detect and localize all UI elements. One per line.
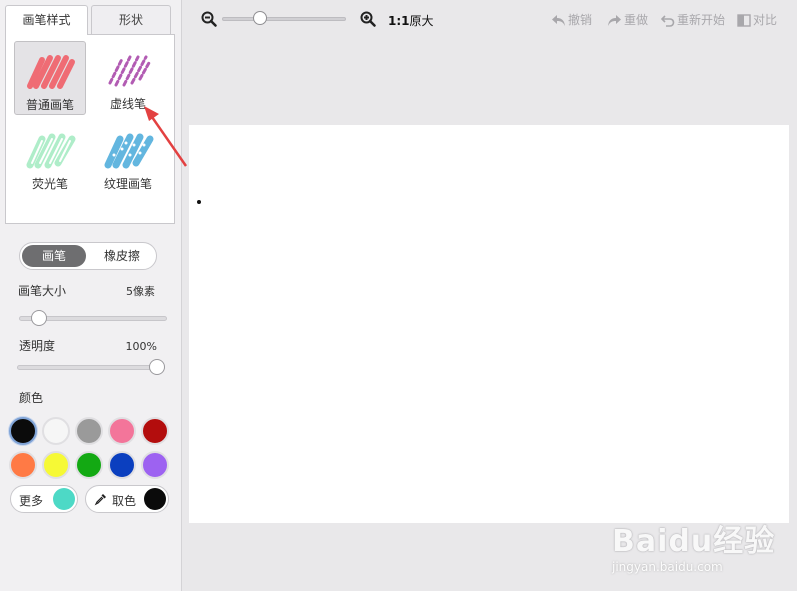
brush-option-highlighter[interactable]: 荧光笔: [14, 121, 86, 195]
drawing-canvas[interactable]: [189, 125, 789, 523]
opacity-value: 100%: [125, 340, 157, 353]
brush-label: 荧光笔: [31, 177, 68, 191]
brush-stroke-dot: [197, 200, 201, 204]
picked-color-preview: [144, 488, 166, 510]
undo-label: 撤销: [568, 13, 593, 27]
eraser-mode-button[interactable]: 橡皮擦: [90, 245, 154, 267]
zoom-slider-handle[interactable]: [253, 11, 267, 25]
color-swatch[interactable]: [108, 417, 136, 445]
undo-button[interactable]: 撤销: [551, 11, 592, 28]
redo-button[interactable]: 重做: [607, 11, 648, 28]
color-swatch[interactable]: [75, 451, 103, 479]
brush-size-slider-handle[interactable]: [30, 310, 47, 326]
color-swatch[interactable]: [75, 417, 103, 445]
brush-size-value: 5像素: [126, 285, 155, 298]
brush-style-panel: 普通画笔 虚线笔 荧光笔 纹理画笔: [5, 34, 175, 224]
compare-label: 对比: [753, 13, 778, 27]
watermark-url: jingyan.baidu.com: [612, 560, 723, 574]
tab-shape[interactable]: 形状: [91, 5, 171, 35]
eyedropper-icon: [94, 494, 106, 506]
restart-label: 重新开始: [677, 13, 726, 27]
solid-brush-icon: [27, 55, 75, 89]
color-swatch[interactable]: [9, 451, 37, 479]
redo-label: 重做: [624, 13, 649, 27]
redo-icon: [608, 15, 621, 26]
more-colors-button[interactable]: 更多: [10, 485, 78, 513]
color-label: 颜色: [19, 391, 44, 405]
left-panel: 画笔样式 形状 普通画笔 虚线笔 荧光笔 纹理画笔 画笔 橡皮擦 画笔大小 5像…: [0, 0, 182, 591]
undo-icon: [552, 15, 565, 26]
zoom-in-icon[interactable]: [360, 11, 376, 27]
brush-option-texture[interactable]: 纹理画笔: [92, 121, 164, 195]
more-color-preview: [53, 488, 75, 510]
brush-label: 虚线笔: [109, 97, 146, 111]
highlighter-brush-icon: [26, 133, 76, 169]
brush-option-dashed[interactable]: 虚线笔: [92, 41, 164, 115]
watermark-logo: Baidu经验: [612, 524, 776, 559]
pick-color-button[interactable]: 取色: [85, 485, 169, 513]
compare-button[interactable]: 对比: [737, 11, 777, 28]
pen-mode-button[interactable]: 画笔: [22, 245, 86, 267]
opacity-label: 透明度: [19, 339, 56, 353]
color-swatch[interactable]: [141, 417, 169, 445]
zoom-out-icon[interactable]: [201, 11, 217, 27]
compare-icon: [737, 14, 751, 27]
color-swatch[interactable]: [9, 417, 37, 445]
restart-button[interactable]: 重新开始: [660, 11, 726, 28]
dashed-brush-icon: [108, 55, 152, 87]
zoom-level[interactable]: 1:1原大: [388, 12, 434, 29]
color-swatch[interactable]: [141, 451, 169, 479]
opacity-slider-track[interactable]: [17, 365, 165, 370]
color-swatch[interactable]: [42, 417, 70, 445]
tab-brush-style[interactable]: 画笔样式: [5, 5, 88, 35]
texture-brush-icon: [104, 133, 154, 169]
baidu-watermark: Baidu经验 jingyan.baidu.com: [612, 508, 792, 588]
brush-label: 普通画笔: [25, 98, 74, 112]
restart-icon: [660, 15, 675, 27]
brush-option-normal[interactable]: 普通画笔: [14, 41, 86, 115]
brush-label: 纹理画笔: [103, 177, 152, 191]
brush-size-label: 画笔大小: [18, 284, 67, 298]
more-colors-label: 更多: [19, 494, 44, 508]
color-swatch[interactable]: [108, 451, 136, 479]
pen-eraser-toggle: 画笔 橡皮擦: [19, 242, 157, 270]
color-swatch[interactable]: [42, 451, 70, 479]
opacity-slider-handle[interactable]: [149, 359, 165, 375]
zoom-ratio: 1:1: [388, 14, 410, 28]
pick-color-label: 取色: [112, 494, 137, 508]
zoom-original-label: 原大: [409, 14, 434, 28]
zoom-slider-track[interactable]: [222, 17, 346, 21]
